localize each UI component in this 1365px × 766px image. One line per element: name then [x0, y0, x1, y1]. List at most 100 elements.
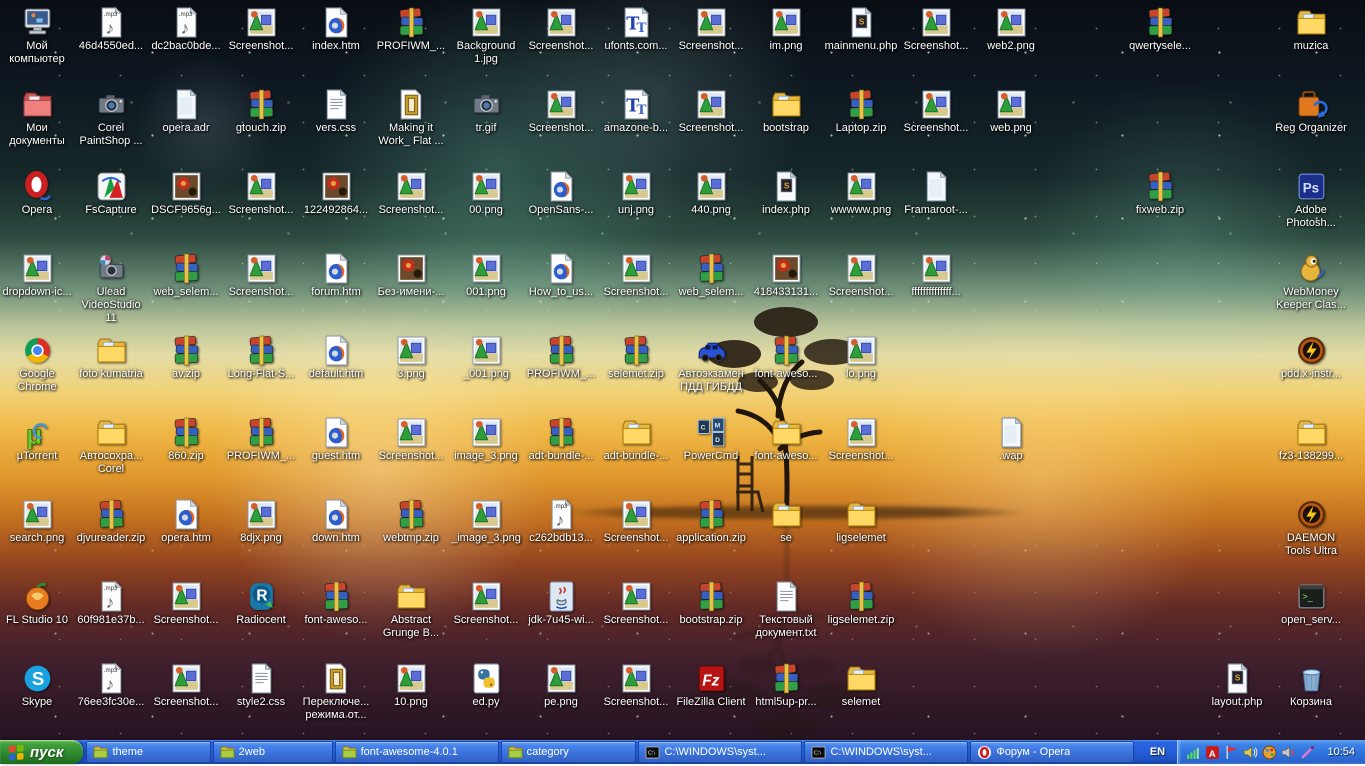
- desktop-icon[interactable]: Screenshot...: [600, 498, 672, 545]
- desktop-icon[interactable]: guest.htm: [300, 416, 372, 463]
- desktop-icon[interactable]: How_to_us...: [525, 252, 597, 299]
- desktop-icon[interactable]: 8djx.png: [225, 498, 297, 545]
- tray-color-palette-icon[interactable]: [1262, 745, 1277, 760]
- desktop-icon[interactable]: Мои документы: [1, 88, 73, 148]
- desktop-icon[interactable]: ffffffffffffff...: [900, 252, 972, 299]
- desktop-icon[interactable]: Мой компьютер: [1, 6, 73, 66]
- desktop-icon[interactable]: pdd.x-instr...: [1275, 334, 1347, 381]
- desktop-icon[interactable]: Screenshot...: [375, 416, 447, 463]
- desktop-icon[interactable]: Переключе... режима от...: [300, 662, 372, 722]
- desktop-icon[interactable]: djvureader.zip: [75, 498, 147, 545]
- desktop-icon[interactable]: Screenshot...: [225, 6, 297, 53]
- desktop-icon[interactable]: 860.zip: [150, 416, 222, 463]
- desktop-icon[interactable]: pe.png: [525, 662, 597, 709]
- desktop-icon[interactable]: .mp3♪76ee3fc30e...: [75, 662, 147, 709]
- desktop-icon[interactable]: Screenshot...: [900, 6, 972, 53]
- tray-adobe-alert-icon[interactable]: A: [1205, 745, 1220, 760]
- desktop-icon[interactable]: html5up-pr...: [750, 662, 822, 709]
- desktop-icon[interactable]: TTufonts.com...: [600, 6, 672, 53]
- desktop-icon[interactable]: 122492864...: [300, 170, 372, 217]
- desktop-icon[interactable]: se: [750, 498, 822, 545]
- tray-volume-alt-icon[interactable]: [1281, 745, 1296, 760]
- taskbar-task[interactable]: theme: [86, 741, 210, 763]
- taskbar-task[interactable]: 2web: [213, 741, 333, 763]
- desktop-icon[interactable]: adt-bundle-...: [525, 416, 597, 463]
- desktop-icon[interactable]: WebMoney Keeper Clas...: [1275, 252, 1347, 312]
- taskbar-task[interactable]: Форум - Opera: [970, 741, 1134, 763]
- desktop-icon[interactable]: dropdown-ic...: [1, 252, 73, 299]
- desktop-icon[interactable]: Screenshot...: [375, 170, 447, 217]
- desktop-icon[interactable]: Smainmenu.php: [825, 6, 897, 53]
- desktop-icon[interactable]: FL Studio 10: [1, 580, 73, 627]
- desktop-icon[interactable]: Long-Flat-S...: [225, 334, 297, 381]
- desktop-icon[interactable]: PROFIWM_...: [225, 416, 297, 463]
- desktop-icon[interactable]: .mp3♪46d4550ed...: [75, 6, 147, 53]
- desktop-icon[interactable]: 418433131...: [750, 252, 822, 299]
- desktop-icon[interactable]: web.png: [975, 88, 1047, 135]
- tray-volume-icon[interactable]: [1243, 745, 1258, 760]
- desktop-icon[interactable]: Reg Organizer: [1275, 88, 1347, 135]
- desktop-icon[interactable]: bootstrap.zip: [675, 580, 747, 627]
- desktop-icon[interactable]: .mp3♪60f981e37b...: [75, 580, 147, 627]
- desktop-icon[interactable]: tr.gif: [450, 88, 522, 135]
- desktop-icon[interactable]: adt-bundle-...: [600, 416, 672, 463]
- desktop-icon[interactable]: im.png: [750, 6, 822, 53]
- desktop-icon[interactable]: _001.png: [450, 334, 522, 381]
- desktop-icon[interactable]: Laptop.zip: [825, 88, 897, 135]
- desktop-icon[interactable]: Без-имени-...: [375, 252, 447, 299]
- desktop-icon[interactable]: down.htm: [300, 498, 372, 545]
- desktop-icon[interactable]: ed.py: [450, 662, 522, 709]
- desktop-icon[interactable]: 00.png: [450, 170, 522, 217]
- desktop-icon[interactable]: muzica: [1275, 6, 1347, 53]
- desktop-icon[interactable]: Abstract Grunge B...: [375, 580, 447, 640]
- desktop-icon[interactable]: font-aweso...: [750, 334, 822, 381]
- desktop-icon[interactable]: qwertysele...: [1124, 6, 1196, 53]
- desktop-icon[interactable]: Screenshot...: [600, 580, 672, 627]
- desktop-icon[interactable]: fz3-138299...: [1275, 416, 1347, 463]
- desktop-icon[interactable]: Корзина: [1275, 662, 1347, 709]
- desktop-icon[interactable]: DAEMON Tools Ultra: [1275, 498, 1347, 558]
- desktop-icon[interactable]: font-aweso...: [300, 580, 372, 627]
- desktop-icon[interactable]: .mp3♪c262bdb13...: [525, 498, 597, 545]
- desktop-icon[interactable]: forum.htm: [300, 252, 372, 299]
- desktop-icon[interactable]: Opera: [1, 170, 73, 217]
- desktop-icon[interactable]: Corel PaintShop ...: [75, 88, 147, 148]
- desktop-icon[interactable]: Background 1.jpg: [450, 6, 522, 66]
- desktop-icon[interactable]: Screenshot...: [675, 88, 747, 135]
- desktop-icon[interactable]: Screenshot...: [600, 252, 672, 299]
- desktop-icon[interactable]: vers.css: [300, 88, 372, 135]
- desktop-icon[interactable]: Google Chrome: [1, 334, 73, 394]
- desktop-icon[interactable]: Sindex.php: [750, 170, 822, 217]
- taskbar-task[interactable]: font-awesome-4.0.1: [335, 741, 499, 763]
- desktop-icon[interactable]: Screenshot...: [600, 662, 672, 709]
- desktop-icon[interactable]: 10.png: [375, 662, 447, 709]
- desktop-icon[interactable]: CMDPowerCmd: [675, 416, 747, 463]
- desktop-icon[interactable]: selemet: [825, 662, 897, 709]
- desktop-icon[interactable]: web2.png: [975, 6, 1047, 53]
- desktop-icon[interactable]: Screenshot...: [450, 580, 522, 627]
- desktop-icon[interactable]: Screenshot...: [825, 416, 897, 463]
- start-button[interactable]: пуск: [0, 740, 83, 764]
- desktop-icon[interactable]: fixweb.zip: [1124, 170, 1196, 217]
- desktop-icon[interactable]: webtmp.zip: [375, 498, 447, 545]
- desktop-icon[interactable]: search.png: [1, 498, 73, 545]
- desktop-icon[interactable]: Screenshot...: [150, 662, 222, 709]
- desktop-icon[interactable]: lo.png: [825, 334, 897, 381]
- desktop-icon[interactable]: Screenshot...: [525, 6, 597, 53]
- taskbar-task[interactable]: category: [501, 741, 637, 763]
- desktop-icon[interactable]: application.zip: [675, 498, 747, 545]
- desktop-icon[interactable]: foto kumatria: [75, 334, 147, 381]
- desktop-icon[interactable]: av.zip: [150, 334, 222, 381]
- desktop-icon[interactable]: PsAdobe Photosh...: [1275, 170, 1347, 230]
- desktop-icon[interactable]: Making it Work_ Flat ...: [375, 88, 447, 148]
- desktop-icon[interactable]: font-aweso...: [750, 416, 822, 463]
- desktop-icon[interactable]: ligselemet: [825, 498, 897, 545]
- desktop-icon[interactable]: 440.png: [675, 170, 747, 217]
- desktop-icon[interactable]: µµTorrent: [1, 416, 73, 463]
- desktop-icon[interactable]: default.htm: [300, 334, 372, 381]
- desktop-icon[interactable]: DSCF9656g...: [150, 170, 222, 217]
- desktop-icon[interactable]: SSkype: [1, 662, 73, 709]
- desktop-icon[interactable]: Screenshot...: [525, 88, 597, 135]
- desktop-icon[interactable]: bootstrap: [750, 88, 822, 135]
- desktop-icon[interactable]: PROFIWM_...: [525, 334, 597, 381]
